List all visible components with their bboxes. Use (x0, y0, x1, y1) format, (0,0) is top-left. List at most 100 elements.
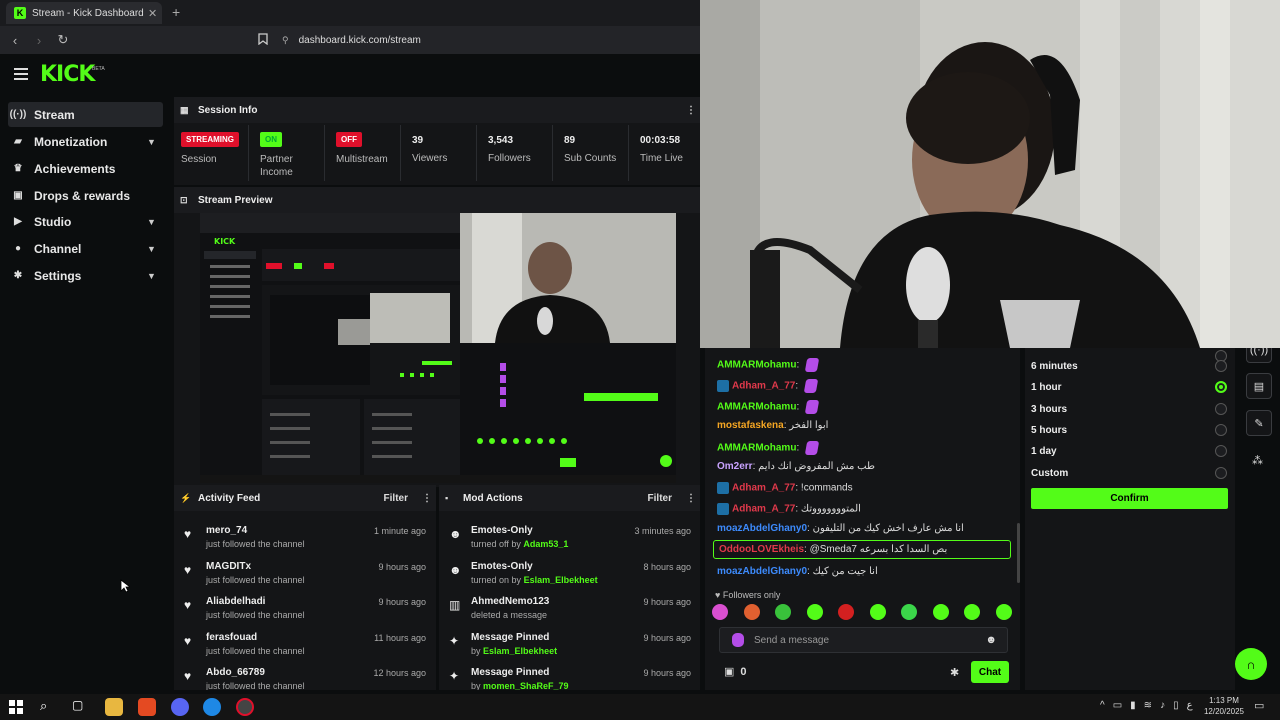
close-tab-icon[interactable]: ✕ (148, 7, 162, 20)
microphone-icon[interactable] (732, 633, 744, 647)
sidebar-item-drops[interactable]: ▣ Drops & rewards (8, 183, 163, 208)
language-indicator[interactable]: ع (1187, 700, 1193, 711)
sidebar-item-settings[interactable]: ✱ Settings ▼ (8, 263, 163, 288)
duration-option[interactable]: 1 day (1031, 441, 1227, 461)
chat-username[interactable]: moazAbdelGhany0 (717, 523, 807, 534)
support-headset-icon[interactable]: ∩ (1235, 648, 1267, 680)
chat-message[interactable]: Adham_A_77: (717, 379, 819, 393)
chat-username[interactable]: Adham_A_77 (732, 381, 795, 392)
emote-icon[interactable] (901, 604, 918, 620)
new-tab-icon[interactable]: + (172, 4, 180, 20)
battery-status-icon[interactable]: ▯ (1173, 700, 1179, 711)
radio-button[interactable] (1215, 403, 1227, 415)
chat-send-button[interactable]: Chat (971, 661, 1009, 683)
emote-icon[interactable] (932, 604, 949, 620)
menu-icon[interactable] (14, 68, 28, 80)
partner-income-stat: ON Partner Income (260, 124, 310, 184)
duration-option[interactable]: 6 minutes (1031, 356, 1227, 376)
file-explorer-icon[interactable] (105, 698, 123, 716)
chat-username[interactable]: AMMARMohamu (717, 402, 796, 413)
microphone-icon[interactable]: ▮ (1130, 700, 1136, 711)
volume-icon[interactable]: ♪ (1160, 700, 1165, 711)
url-field[interactable]: ⚲ dashboard.kick.com/stream (282, 31, 421, 49)
windows-start-icon[interactable] (8, 699, 26, 717)
chat-username[interactable]: Adham_A_77 (732, 504, 795, 515)
radio-button-selected[interactable] (1215, 381, 1227, 393)
chat-username[interactable]: AMMARMohamu (717, 360, 796, 371)
notification-icon[interactable]: ▭ (1254, 699, 1264, 712)
emote-icon[interactable] (806, 604, 823, 620)
reload-icon[interactable]: ↻ (54, 31, 72, 49)
duration-option[interactable]: 5 hours (1031, 420, 1227, 440)
chat-message[interactable]: AMMARMohamu: (717, 358, 820, 372)
chat-username[interactable]: mostafaskena (717, 420, 784, 431)
obs-icon[interactable] (236, 698, 254, 716)
activity-feed-header: ⚡ Activity Feed Filter ⋮ (174, 485, 436, 511)
duration-option[interactable]: Custom (1031, 463, 1227, 483)
emoji-picker-icon[interactable]: ☻ (985, 634, 997, 646)
chat-username[interactable]: moazAbdelGhany0 (717, 566, 807, 577)
chat-message[interactable]: AMMARMohamu: (717, 441, 820, 455)
chat-message[interactable]: AMMARMohamu: (717, 400, 820, 414)
nodes-icon[interactable]: ⁂ (1252, 454, 1263, 467)
duration-option[interactable]: 1 hour (1031, 377, 1227, 397)
emote-icon[interactable] (775, 604, 792, 620)
browser-tab[interactable]: K Stream - Kick Dashboard ✕ (6, 2, 162, 24)
chat-message[interactable]: moazAbdelGhany0: انا جيت من كيك (717, 566, 878, 577)
chat-settings-icon[interactable]: ✱ (950, 666, 959, 679)
emote-icon[interactable] (712, 604, 728, 620)
bookmark-icon[interactable] (258, 33, 270, 47)
chat-input[interactable]: Send a message ☻ (719, 627, 1008, 653)
radio-button[interactable] (1215, 424, 1227, 436)
stream-preview-video[interactable]: KICK (200, 213, 676, 483)
app-icon[interactable] (203, 698, 221, 716)
chat-username[interactable]: AMMARMohamu (717, 443, 796, 454)
chat-message[interactable]: Adham_A_77: !commands (717, 482, 853, 494)
chat-message[interactable]: mostafaskena: ابوا الفخر (717, 420, 828, 431)
radio-button[interactable] (1215, 467, 1227, 479)
forward-icon[interactable]: › (30, 31, 48, 49)
search-icon[interactable]: ⌕ (40, 698, 58, 716)
sidebar-item-stream[interactable]: ((·)) Stream (8, 102, 163, 127)
task-view-icon[interactable]: ▢ (72, 698, 90, 716)
emote-icon[interactable] (743, 604, 760, 620)
sidebar-item-monetization[interactable]: ▰ Monetization ▼ (8, 129, 163, 154)
back-icon[interactable]: ‹ (6, 31, 24, 49)
chat-message[interactable]: Om2err: طب مش المفروض انك دايم (717, 461, 875, 472)
discord-icon[interactable] (171, 698, 189, 716)
taskbar-clock[interactable]: 1:13 PM 12/20/2025 (1196, 695, 1252, 717)
chat-message[interactable]: OddooLOVEkheis: @Smeda7 بص السدا كدا بسر… (713, 540, 1011, 559)
chat-username[interactable]: Adham_A_77 (732, 483, 795, 494)
emote-icon[interactable] (964, 604, 981, 620)
battery-icon[interactable]: ▭ (1113, 700, 1122, 711)
sidebar-item-achievements[interactable]: ♛ Achievements (8, 156, 163, 181)
emote-icon[interactable] (995, 604, 1012, 620)
mod-filter-button[interactable]: Filter (648, 493, 672, 504)
chat-username[interactable]: Om2err (717, 461, 753, 472)
site-info-icon[interactable]: ⚲ (282, 35, 289, 46)
chat-message[interactable]: moazAbdelGhany0: انا مش عارف اخش كيك من … (717, 523, 964, 534)
confirm-button[interactable]: Confirm (1031, 488, 1228, 509)
duration-option[interactable]: 3 hours (1031, 399, 1227, 419)
chat-message[interactable]: Adham_A_77: المتوووووووتك (717, 503, 861, 515)
emote-icon[interactable] (869, 604, 886, 620)
chat-scrollbar[interactable] (1017, 523, 1020, 583)
radio-button[interactable] (1215, 445, 1227, 457)
activity-filter-button[interactable]: Filter (384, 493, 408, 504)
emote-icon[interactable] (838, 604, 855, 620)
sidebar-item-studio[interactable]: ▶ Studio ▼ (8, 209, 163, 234)
chat-username[interactable]: OddooLOVEkheis (719, 544, 804, 555)
more-options-icon[interactable]: ⋮ (422, 493, 436, 504)
brave-browser-icon[interactable] (138, 698, 156, 716)
channel-points[interactable]: ▣ 0 (724, 665, 747, 679)
mod-action-item: ✦ Message Pinned by Eslam_Elbekheet 9 ho… (449, 632, 691, 656)
more-options-icon[interactable]: ⋮ (686, 493, 700, 504)
wifi-icon[interactable]: ≋ (1144, 700, 1152, 711)
more-options-icon[interactable]: ⋮ (686, 105, 700, 116)
kick-logo[interactable]: KICK (40, 62, 95, 87)
layout-icon[interactable]: ▤ (1246, 373, 1272, 399)
chevron-up-icon[interactable]: ^ (1100, 700, 1105, 711)
wrench-icon[interactable]: ✎ (1246, 410, 1272, 436)
radio-button[interactable] (1215, 360, 1227, 372)
sidebar-item-channel[interactable]: ● Channel ▼ (8, 236, 163, 261)
